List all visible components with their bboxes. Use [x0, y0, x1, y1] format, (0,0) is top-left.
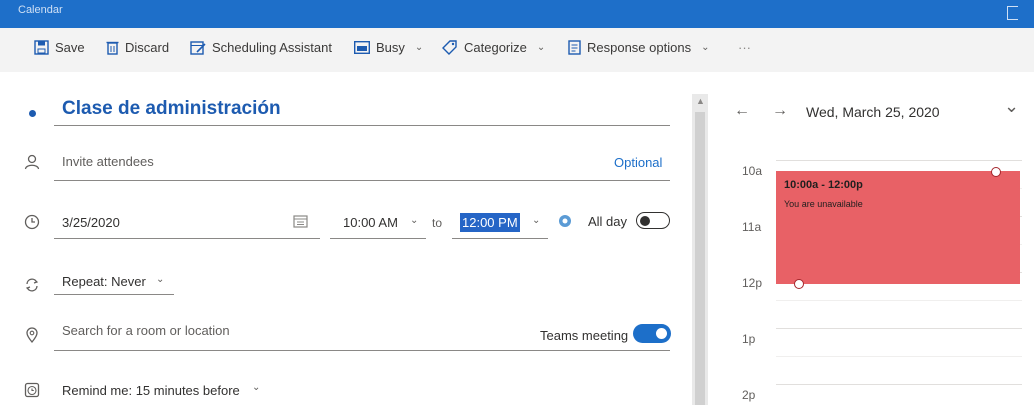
- window-titlebar: Calendar: [0, 0, 1034, 28]
- date-underline: [54, 238, 320, 239]
- more-icon: ···: [738, 40, 751, 55]
- hour-label: 10a: [742, 164, 763, 178]
- busy-status-icon: [354, 41, 370, 54]
- chevron-down-icon[interactable]: ⌄: [410, 215, 418, 226]
- resize-handle-top[interactable]: [991, 167, 1001, 177]
- hour-label: 1p: [742, 332, 756, 346]
- scroll-up-icon[interactable]: ▲: [696, 96, 705, 106]
- calendar-color-dot: [29, 110, 36, 117]
- repeat-underline: [54, 294, 174, 295]
- start-date-input[interactable]: 3/25/2020: [62, 215, 120, 230]
- window-title: Calendar: [18, 4, 63, 16]
- chevron-down-icon: ⌄: [414, 42, 424, 53]
- tag-icon: [442, 40, 457, 55]
- trash-icon: [106, 41, 119, 55]
- title-underline: [54, 125, 670, 126]
- chevron-down-icon: ⌄: [536, 42, 546, 53]
- to-label: to: [432, 216, 443, 230]
- person-icon: [24, 154, 40, 170]
- save-icon: [34, 40, 49, 55]
- event-preview-time: 10:00a - 12:00p: [784, 179, 863, 191]
- chevron-down-icon[interactable]: ⌄: [532, 215, 540, 226]
- next-day-button[interactable]: →: [772, 102, 788, 120]
- discard-label: Discard: [125, 40, 170, 55]
- location-pin-icon: [26, 327, 38, 343]
- teams-meeting-label: Teams meeting: [540, 328, 629, 343]
- expand-chevron-icon[interactable]: ⌄: [1004, 96, 1019, 117]
- save-button[interactable]: Save: [34, 40, 85, 55]
- event-preview-status: You are unavailable: [784, 199, 863, 209]
- invite-attendees-input[interactable]: Invite attendees: [62, 154, 154, 169]
- response-options-dropdown[interactable]: Response options ⌄: [568, 40, 709, 55]
- response-options-label: Response options: [587, 40, 692, 55]
- hour-line: [776, 328, 1022, 329]
- all-day-label: All day: [588, 214, 628, 229]
- location-search-input[interactable]: Search for a room or location: [62, 323, 230, 338]
- repeat-dropdown[interactable]: Repeat: Never: [62, 274, 146, 289]
- date-picker-icon[interactable]: [293, 214, 308, 228]
- hour-line: [776, 384, 1022, 385]
- hour-label: 2p: [742, 388, 756, 402]
- start-time-underline: [330, 238, 426, 239]
- end-time-select[interactable]: 12:00 PM: [460, 213, 520, 232]
- half-hour-line: [776, 356, 1022, 357]
- hour-label: 12p: [742, 276, 763, 290]
- categorize-dropdown[interactable]: Categorize ⌄: [442, 40, 545, 55]
- day-view-panel: ← → Wed, March 25, 2020 ⌄ 10a 11a 12p 1p…: [708, 72, 1034, 405]
- half-hour-line: [776, 300, 1022, 301]
- event-preview-block[interactable]: 10:00a - 12:00p You are unavailable: [776, 171, 1020, 284]
- end-time-underline: [452, 238, 548, 239]
- location-underline: [54, 350, 670, 351]
- busy-label: Busy: [376, 40, 405, 55]
- event-title-field[interactable]: Clase de administración: [62, 98, 281, 120]
- busy-dropdown[interactable]: Busy ⌄: [354, 40, 423, 55]
- command-toolbar: Save Discard Scheduling Assistant Busy ⌄…: [0, 28, 1034, 72]
- save-label: Save: [55, 40, 85, 55]
- chevron-down-icon[interactable]: ⌄: [252, 382, 260, 393]
- hour-line: [776, 160, 1022, 161]
- scrollbar-thumb[interactable]: [695, 112, 705, 405]
- categorize-label: Categorize: [464, 40, 527, 55]
- repeat-icon: [25, 278, 39, 292]
- teams-meeting-toggle[interactable]: [633, 324, 671, 343]
- form-scrollbar[interactable]: ▲: [692, 94, 708, 405]
- event-form: Clase de administración Invite attendees…: [0, 72, 690, 405]
- optional-attendees-link[interactable]: Optional: [614, 155, 662, 170]
- day-view-date: Wed, March 25, 2020: [806, 104, 940, 120]
- time-zone-icon[interactable]: [557, 213, 573, 229]
- reminder-dropdown[interactable]: Remind me: 15 minutes before: [62, 383, 240, 398]
- discard-button[interactable]: Discard: [106, 40, 169, 55]
- popout-icon[interactable]: [1007, 6, 1018, 20]
- chevron-down-icon[interactable]: ⌄: [156, 274, 164, 285]
- clock-icon: [24, 214, 40, 230]
- alarm-clock-icon: [24, 382, 40, 398]
- response-options-icon: [568, 40, 581, 55]
- calendar-edit-icon: [190, 41, 206, 55]
- scheduling-assistant-label: Scheduling Assistant: [212, 40, 332, 55]
- scheduling-assistant-button[interactable]: Scheduling Assistant: [190, 40, 332, 55]
- chevron-down-icon: ⌄: [701, 42, 710, 53]
- all-day-toggle[interactable]: [636, 212, 670, 229]
- previous-day-button[interactable]: ←: [734, 102, 750, 120]
- more-options-button[interactable]: ···: [738, 40, 751, 55]
- hour-label: 11a: [742, 220, 762, 234]
- attendees-underline: [54, 180, 670, 181]
- start-time-select[interactable]: 10:00 AM: [343, 215, 398, 230]
- resize-handle-bottom[interactable]: [794, 279, 804, 289]
